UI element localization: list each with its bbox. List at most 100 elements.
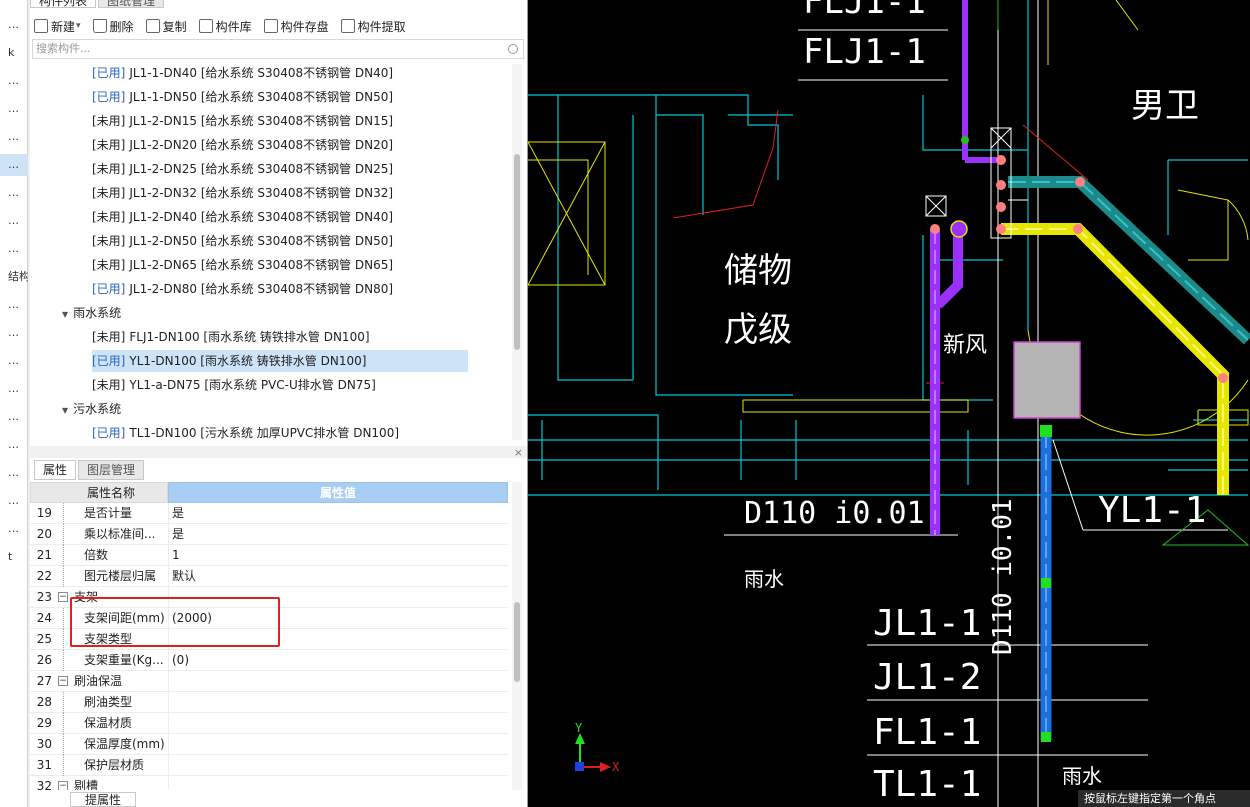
- tree-item[interactable]: [未用] JL1-2-DN40 [给水系统 S30408不锈钢管 DN40]: [92, 206, 393, 228]
- property-row[interactable]: 20 乘以标准间... 是: [30, 524, 508, 545]
- tree-group-rain[interactable]: ▼ 雨水系统: [62, 302, 121, 324]
- chevron-down-icon[interactable]: ▾: [76, 21, 81, 31]
- sidebar-item[interactable]: …: [0, 518, 28, 540]
- axis-x-label: X: [612, 760, 620, 774]
- property-value[interactable]: 是: [172, 524, 502, 545]
- property-scrollbar-thumb[interactable]: [514, 602, 520, 682]
- tree-item[interactable]: [未用] JL1-2-DN20 [给水系统 S30408不锈钢管 DN20]: [92, 134, 393, 156]
- tree-item[interactable]: [已用] JL1-1-DN50 [给水系统 S30408不锈钢管 DN50]: [92, 86, 393, 108]
- expand-triangle-icon[interactable]: ▼: [62, 304, 68, 326]
- collapse-icon[interactable]: −: [58, 676, 68, 686]
- new-button[interactable]: 新建 ▾: [34, 18, 81, 35]
- sidebar-item[interactable]: …: [0, 322, 28, 344]
- label-rain-bottom: 雨水: [1062, 764, 1102, 788]
- property-row[interactable]: 26 支架重量(Kg... (0): [30, 650, 508, 671]
- collapse-icon[interactable]: −: [58, 781, 68, 790]
- collapse-icon[interactable]: −: [58, 592, 68, 602]
- tree-item[interactable]: [未用] JL1-2-DN25 [给水系统 S30408不锈钢管 DN25]: [92, 158, 393, 180]
- row-number: 32: [36, 779, 52, 790]
- sidebar-item[interactable]: 结构: [0, 266, 28, 288]
- tree-item[interactable]: [已用] JL1-1-DN40 [给水系统 S30408不锈钢管 DN40]: [92, 62, 393, 84]
- highlight-annotation-box: [70, 597, 280, 647]
- sidebar-item[interactable]: …: [0, 14, 28, 36]
- column-separator: [168, 566, 169, 587]
- sidebar-item[interactable]: …: [0, 238, 28, 260]
- sidebar-item[interactable]: …: [0, 406, 28, 428]
- property-value[interactable]: 1: [172, 545, 502, 566]
- property-row[interactable]: 21 倍数 1: [30, 545, 508, 566]
- tree-item[interactable]: [未用] JL1-2-DN50 [给水系统 S30408不锈钢管 DN50]: [92, 230, 393, 252]
- column-header-value: 属性值: [168, 482, 508, 503]
- property-row[interactable]: 22 图元楼层归属 默认: [30, 566, 508, 587]
- column-separator: [168, 650, 169, 671]
- sidebar-item[interactable]: …: [0, 126, 28, 148]
- property-row[interactable]: 32− 剔槽: [30, 776, 508, 790]
- tree-item[interactable]: [未用] JL1-2-DN32 [给水系统 S30408不锈钢管 DN32]: [92, 182, 393, 204]
- component-panel: 构件列表 图纸管理 新建 ▾ 删除 复制 构件库 构件存盘 构件提取 搜索构件.…: [30, 0, 527, 807]
- expand-triangle-icon[interactable]: ▼: [62, 400, 68, 422]
- label-jl1-1: JL1-1: [873, 603, 982, 644]
- tree-item[interactable]: [未用] YL1-a-DN75 [雨水系统 PVC-U排水管 DN75]: [92, 374, 376, 396]
- tree-group-label: 污水系统: [73, 402, 122, 416]
- label-rain-left: 雨水: [744, 567, 784, 591]
- search-icon[interactable]: [508, 44, 518, 54]
- tree-item[interactable]: [未用] JL1-2-DN65 [给水系统 S30408不锈钢管 DN65]: [92, 254, 393, 276]
- property-scrollbar[interactable]: [512, 482, 522, 790]
- cad-viewport[interactable]: FLJ1-1 FLJ1-1 男卫 储物 戊级 新风 D110 i0.01 雨水 …: [527, 0, 1250, 807]
- tab-component-list[interactable]: 构件列表: [30, 0, 97, 8]
- sidebar-item[interactable]: …: [0, 490, 28, 512]
- save-component-button[interactable]: 构件存盘: [263, 18, 329, 35]
- tree-item-status: [已用]: [92, 426, 126, 440]
- delete-button[interactable]: 删除: [92, 18, 134, 35]
- close-icon[interactable]: ×: [514, 446, 523, 459]
- tree-item-status: [未用]: [92, 234, 126, 248]
- sidebar-item[interactable]: …: [0, 378, 28, 400]
- tree-item[interactable]: [未用] JL1-2-DN15 [给水系统 S30408不锈钢管 DN15]: [92, 110, 393, 132]
- sidebar-item[interactable]: …: [0, 210, 28, 232]
- tree-scrollbar[interactable]: [512, 64, 522, 440]
- copy-button[interactable]: 复制: [145, 18, 187, 35]
- tree-group-waste[interactable]: ▼ 污水系统: [62, 398, 121, 420]
- tree-item[interactable]: [已用] YL1-DN100 [雨水系统 铸铁排水管 DN100]: [92, 350, 468, 372]
- row-number: 30: [36, 737, 52, 751]
- tree-item[interactable]: [已用] JL1-2-DN80 [给水系统 S30408不锈钢管 DN80]: [92, 278, 393, 300]
- property-value[interactable]: 默认: [172, 566, 502, 587]
- column-separator: [168, 671, 169, 692]
- property-name: 刷油保温: [74, 674, 123, 688]
- property-row[interactable]: 30 保温厚度(mm): [30, 734, 508, 755]
- sidebar-item[interactable]: …: [0, 98, 28, 120]
- tree-item-status: [未用]: [92, 162, 126, 176]
- panel-splitter[interactable]: ×: [30, 446, 527, 459]
- sidebar-item[interactable]: …: [0, 350, 28, 372]
- property-row[interactable]: 28 刷油类型: [30, 692, 508, 713]
- property-row[interactable]: 31 保护层材质: [30, 755, 508, 776]
- tree-item[interactable]: [未用] FLJ1-DN100 [雨水系统 铸铁排水管 DN100]: [92, 326, 370, 348]
- tab-layer-manager[interactable]: 图层管理: [78, 460, 145, 480]
- property-row[interactable]: 27− 刷油保温: [30, 671, 508, 692]
- search-input[interactable]: 搜索构件...: [32, 39, 524, 59]
- tree-guide-line: [63, 650, 64, 671]
- property-value[interactable]: (0): [172, 650, 502, 671]
- tab-extract-properties[interactable]: 提属性: [70, 792, 137, 807]
- tree-guide-line: [63, 734, 64, 755]
- sidebar-item[interactable]: …: [0, 462, 28, 484]
- sidebar-item[interactable]: t: [0, 546, 28, 568]
- library-button[interactable]: 构件库: [198, 18, 252, 35]
- column-separator: [168, 524, 169, 545]
- sidebar-item[interactable]: k: [0, 42, 28, 64]
- sidebar-item[interactable]: …: [0, 294, 28, 316]
- tree-item[interactable]: [已用] TL1-DN100 [污水系统 加厚UPVC排水管 DN100]: [92, 422, 399, 442]
- tree-item-label: JL1-2-DN32 [给水系统 S30408不锈钢管 DN32]: [129, 186, 394, 200]
- extract-component-button[interactable]: 构件提取: [340, 18, 406, 35]
- property-row[interactable]: 29 保温材质: [30, 713, 508, 734]
- sidebar-item[interactable]: …: [0, 70, 28, 92]
- tree-scrollbar-thumb[interactable]: [514, 154, 520, 350]
- sidebar-item[interactable]: …: [0, 182, 28, 204]
- property-value[interactable]: 是: [172, 503, 502, 524]
- label-d110-vertical: D110 i0.01: [988, 498, 1018, 655]
- tab-properties[interactable]: 属性: [34, 460, 77, 480]
- sidebar-item[interactable]: …: [0, 154, 28, 176]
- sidebar-item[interactable]: …: [0, 434, 28, 456]
- tab-drawing-manager[interactable]: 图纸管理: [98, 0, 165, 8]
- property-row[interactable]: 19 是否计量 是: [30, 503, 508, 524]
